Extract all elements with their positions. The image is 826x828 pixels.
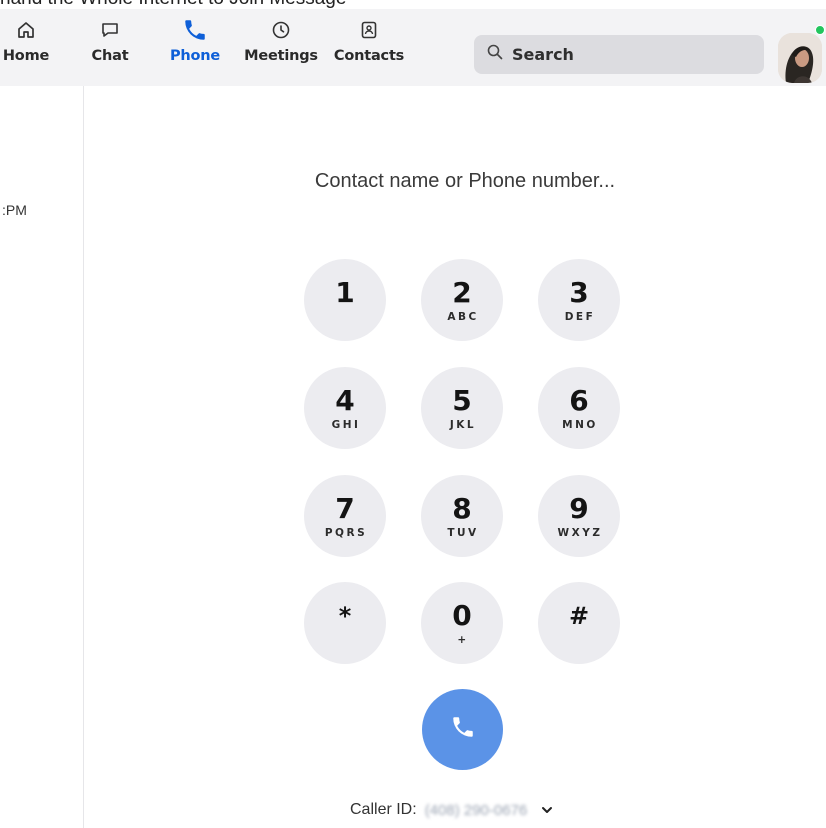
key-letters: ABC bbox=[447, 310, 479, 323]
key-digit: 3 bbox=[569, 275, 589, 309]
nav-tab-label: Home bbox=[2, 48, 50, 64]
key-digit: 2 bbox=[452, 275, 472, 309]
key-digit: 4 bbox=[335, 383, 355, 417]
dialpad-key-7[interactable]: 7 PQRS bbox=[304, 475, 386, 557]
search-icon bbox=[486, 43, 504, 66]
key-digit: 9 bbox=[569, 491, 589, 525]
clock-icon bbox=[268, 17, 294, 43]
caller-id-row: Caller ID: (408) 290-0676 bbox=[350, 799, 553, 821]
nav-tab-phone[interactable]: Phone bbox=[168, 17, 222, 81]
dialpad-key-3[interactable]: 3 DEF bbox=[538, 259, 620, 341]
search-input[interactable]: Search bbox=[474, 35, 764, 74]
dialpad-key-star[interactable]: * bbox=[304, 582, 386, 664]
phone-handset-icon bbox=[450, 714, 476, 745]
history-item-time: :PM bbox=[2, 202, 27, 218]
search-label: Search bbox=[512, 45, 574, 64]
key-letters: + bbox=[457, 633, 469, 646]
key-letters: MNO bbox=[562, 418, 598, 431]
key-digit: 8 bbox=[452, 491, 472, 525]
nav-tab-meetings[interactable]: Meetings bbox=[244, 17, 318, 81]
partial-header-text-strip: hand the Whole Internet to Join Message bbox=[0, 0, 826, 9]
chat-icon bbox=[97, 17, 123, 43]
chevron-down-icon[interactable] bbox=[541, 805, 553, 815]
nav-tab-home[interactable]: Home bbox=[2, 17, 50, 81]
dialpad-key-4[interactable]: 4 GHI bbox=[304, 367, 386, 449]
partial-header-text: hand the Whole Internet to Join Message bbox=[0, 0, 346, 9]
key-letters: DEF bbox=[564, 310, 596, 323]
avatar[interactable] bbox=[778, 33, 822, 83]
key-letters bbox=[578, 634, 580, 646]
caller-id-number: (408) 290-0676 bbox=[424, 801, 528, 819]
contacts-icon bbox=[356, 17, 382, 43]
caller-id-label: Caller ID: bbox=[350, 801, 417, 818]
key-letters: GHI bbox=[331, 418, 361, 431]
left-sidebar-panel: :PM bbox=[0, 86, 84, 828]
key-digit: 6 bbox=[569, 383, 589, 417]
dialpad-key-2[interactable]: 2 ABC bbox=[421, 259, 503, 341]
dialpad-key-6[interactable]: 6 MNO bbox=[538, 367, 620, 449]
key-letters: JKL bbox=[449, 418, 477, 431]
key-digit: # bbox=[568, 601, 590, 630]
key-letters bbox=[344, 634, 346, 646]
key-digit: 7 bbox=[335, 491, 355, 525]
dialpad-key-1[interactable]: 1 bbox=[304, 259, 386, 341]
key-letters: WXYZ bbox=[557, 526, 603, 539]
top-navigation-bar: Home Chat Phone Meetings Contacts Search bbox=[0, 9, 826, 86]
key-digit: 5 bbox=[452, 383, 472, 417]
nav-tab-label: Phone bbox=[169, 48, 221, 64]
key-digit: 1 bbox=[335, 275, 355, 309]
dialpad-key-hash[interactable]: # bbox=[538, 582, 620, 664]
nav-tab-chat[interactable]: Chat bbox=[86, 17, 134, 81]
nav-tab-contacts[interactable]: Contacts bbox=[334, 17, 404, 81]
key-digit: 0 bbox=[452, 598, 472, 632]
key-letters bbox=[344, 311, 346, 323]
dialpad-key-8[interactable]: 8 TUV bbox=[421, 475, 503, 557]
nav-tab-label: Meetings bbox=[244, 48, 318, 64]
nav-tab-label: Chat bbox=[91, 48, 129, 64]
phone-icon bbox=[182, 17, 208, 43]
key-letters: TUV bbox=[447, 526, 479, 539]
key-digit: * bbox=[338, 601, 352, 630]
key-letters: PQRS bbox=[324, 526, 368, 539]
call-button[interactable] bbox=[422, 689, 503, 770]
dialpad-key-5[interactable]: 5 JKL bbox=[421, 367, 503, 449]
contact-or-number-input[interactable]: Contact name or Phone number... bbox=[240, 170, 690, 193]
dialpad-key-0[interactable]: 0 + bbox=[421, 582, 503, 664]
home-icon bbox=[13, 17, 39, 43]
presence-status-dot bbox=[815, 25, 825, 35]
nav-tab-label: Contacts bbox=[333, 48, 405, 64]
dialpad-key-9[interactable]: 9 WXYZ bbox=[538, 475, 620, 557]
